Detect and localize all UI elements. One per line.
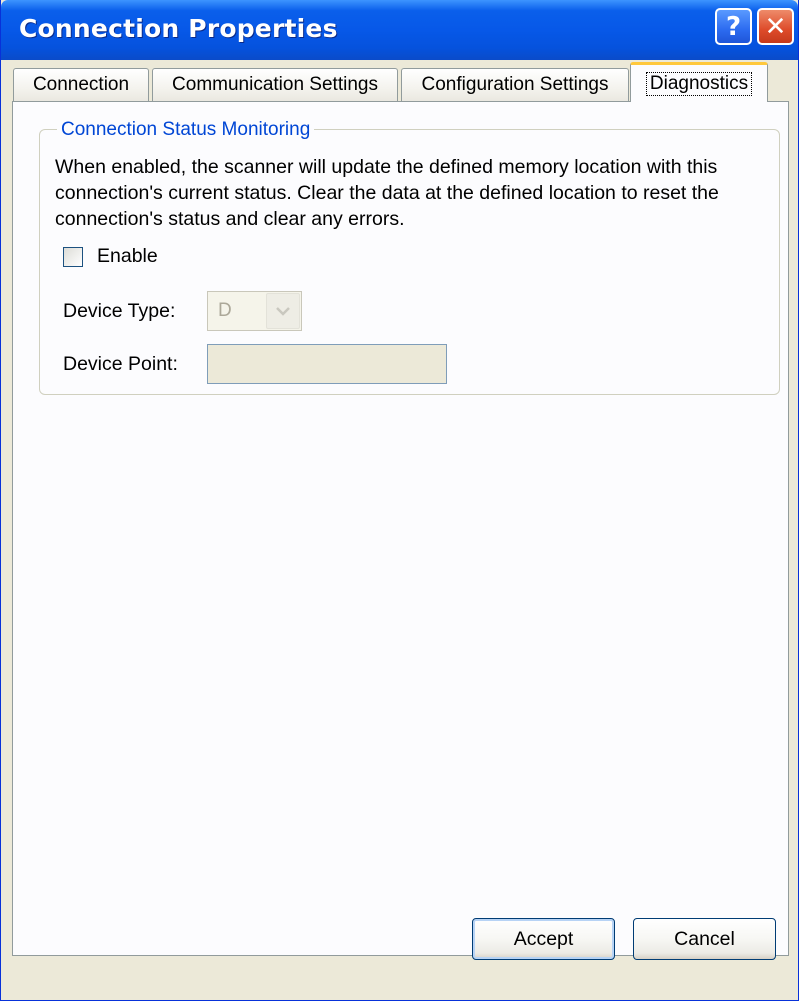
enable-checkbox[interactable] [63, 246, 83, 267]
accept-button[interactable]: Accept [472, 918, 615, 960]
chevron-down-icon [276, 307, 290, 316]
device-type-label: Device Type: [63, 300, 176, 322]
enable-label[interactable]: Enable [97, 245, 158, 268]
tab-label: Configuration Settings [421, 74, 609, 95]
enable-checkbox-row[interactable]: Enable [63, 245, 158, 268]
tab-communication-settings[interactable]: Communication Settings [152, 68, 398, 101]
group-title: Connection Status Monitoring [57, 119, 315, 141]
tab-connection[interactable]: Connection [13, 68, 149, 101]
group-description: When enabled, the scanner will update th… [55, 156, 719, 230]
tab-label: Communication Settings [172, 74, 378, 95]
title-bar: Connection Properties ? ✕ [1, 0, 798, 60]
tab-diagnostics[interactable]: Diagnostics [630, 62, 768, 102]
device-type-select[interactable]: D [207, 291, 302, 331]
device-point-field[interactable] [207, 344, 447, 384]
connection-properties-dialog: Connection Properties ? ✕ Connection Com… [0, 0, 799, 1001]
tab-strip: Connection Communication Settings Config… [13, 62, 793, 102]
tab-label: Diagnostics [645, 71, 753, 96]
cancel-button[interactable]: Cancel [633, 918, 776, 960]
diagnostics-panel: Connection Status Monitoring When enable… [12, 101, 789, 956]
tab-configuration-settings[interactable]: Configuration Settings [401, 68, 629, 101]
help-icon: ? [725, 11, 742, 42]
help-button[interactable]: ? [715, 8, 752, 45]
device-type-value: D [218, 300, 232, 321]
device-point-label: Device Point: [63, 353, 178, 375]
close-icon: ✕ [764, 11, 787, 42]
close-button[interactable]: ✕ [757, 8, 794, 45]
window-title: Connection Properties [19, 14, 338, 43]
tab-label: Connection [32, 74, 130, 95]
dropdown-button[interactable] [266, 293, 300, 329]
